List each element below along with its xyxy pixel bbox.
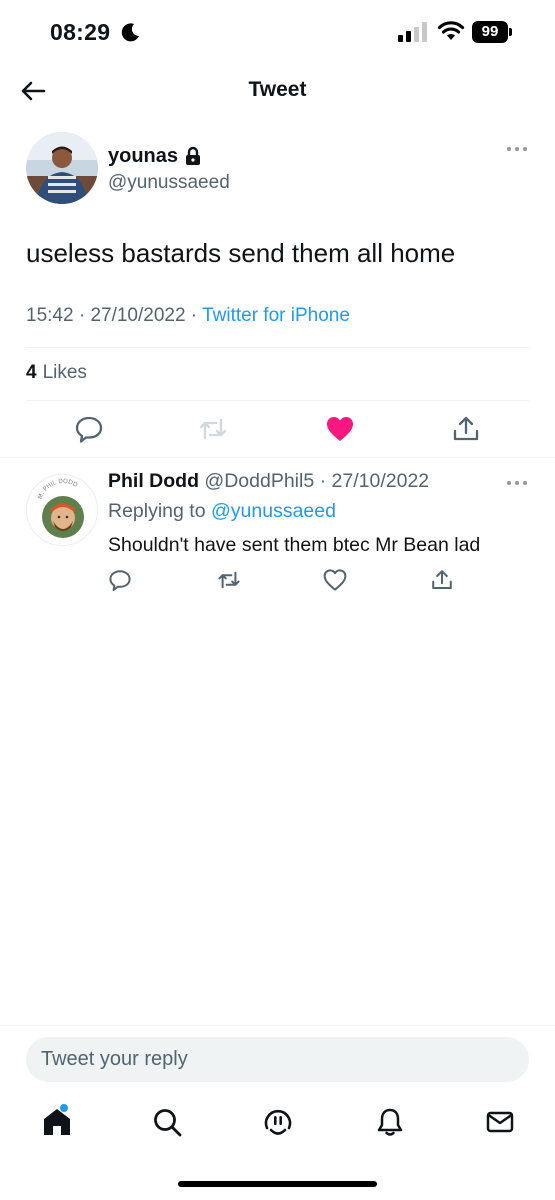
avatar[interactable] (26, 132, 98, 204)
tab-bar (0, 1100, 555, 1150)
divider (0, 1025, 555, 1026)
reply-date: 27/10/2022 (331, 470, 430, 492)
new-content-dot (60, 1104, 68, 1112)
share-icon[interactable] (451, 414, 481, 444)
battery-tip (509, 28, 512, 36)
like-icon[interactable] (323, 568, 347, 592)
messages-icon[interactable] (484, 1106, 516, 1138)
tweet-date: 27/10/2022 (90, 305, 186, 326)
reply-header: Phil Dodd @DoddPhil5 · 27/10/2022 (108, 470, 429, 493)
reply-input[interactable]: Tweet your reply (26, 1037, 529, 1082)
tweet-text: useless bastards send them all home (26, 238, 456, 268)
lock-icon (186, 146, 200, 165)
divider (0, 457, 555, 458)
tweet-actions (0, 414, 555, 448)
reply-author-name[interactable]: Phil Dodd (108, 470, 199, 492)
page-title: Tweet (248, 78, 307, 101)
battery-icon: 99 (472, 21, 512, 43)
tweet-source-link[interactable]: Twitter for iPhone (202, 305, 350, 326)
reply-icon[interactable] (74, 414, 104, 444)
reply-date-separator: · (314, 470, 332, 492)
reply-avatar[interactable]: M. PHIL DODD (26, 474, 98, 546)
author-name[interactable]: younas (108, 145, 178, 168)
retweet-icon[interactable] (198, 414, 228, 444)
retweet-icon[interactable] (217, 568, 241, 592)
replying-mention[interactable]: @yunussaeed (211, 500, 336, 522)
tweet-time: 15:42 (26, 305, 74, 326)
reply-input-placeholder: Tweet your reply (41, 1048, 188, 1070)
search-icon[interactable] (151, 1106, 183, 1138)
likes-label: Likes (42, 362, 87, 383)
likes-count[interactable]: 4 Likes (26, 362, 87, 384)
home-indicator[interactable] (178, 1181, 377, 1187)
divider (26, 400, 529, 401)
likes-number: 4 (26, 362, 37, 383)
tweet-meta: 15:42 · 27/10/2022 · Twitter for iPhone (26, 305, 350, 326)
header: Tweet (0, 66, 555, 116)
like-icon-filled[interactable] (325, 414, 355, 444)
reply-text: Shouldn't have sent them btec Mr Bean la… (108, 534, 481, 556)
wifi-icon (437, 21, 465, 40)
spaces-icon[interactable] (262, 1106, 294, 1138)
reply-tweet[interactable]: M. PHIL DODD Phil Dodd @DoddPhil5 · 27/1… (0, 462, 555, 612)
notifications-icon[interactable] (374, 1106, 406, 1138)
share-icon[interactable] (430, 568, 454, 592)
replying-prefix: Replying to (108, 500, 206, 522)
divider (26, 347, 529, 348)
more-options-icon[interactable] (506, 144, 528, 154)
reply-author-handle[interactable]: @DoddPhil5 (204, 470, 314, 492)
status-bar: 08:29 99 (0, 0, 555, 66)
moon-icon (121, 23, 139, 42)
reply-icon[interactable] (108, 568, 132, 592)
replying-to: Replying to @yunussaeed (108, 500, 336, 523)
author-handle[interactable]: @yunussaeed (108, 172, 230, 194)
battery-level: 99 (472, 21, 508, 43)
home-icon[interactable] (41, 1106, 73, 1138)
tweet-author: younas @yunussaeed (26, 132, 536, 212)
status-time: 08:29 (50, 19, 111, 45)
cellular-signal-icon (398, 22, 427, 42)
more-options-icon[interactable] (506, 478, 528, 488)
